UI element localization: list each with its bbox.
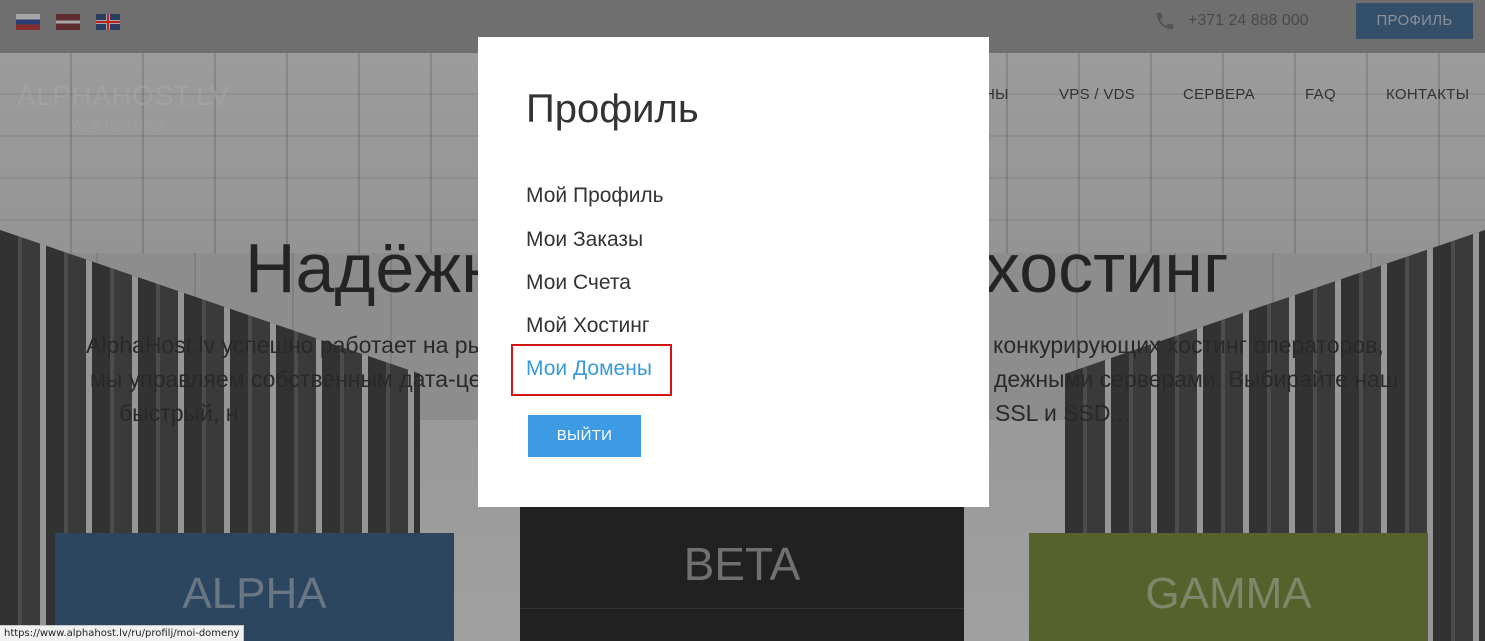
menu-link-my-domains[interactable]: Мои Домены xyxy=(526,355,652,383)
menu-link-my-orders[interactable]: Мои Заказы xyxy=(526,226,643,254)
logout-button[interactable]: ВЫЙТИ xyxy=(528,415,641,457)
menu-link-my-invoices[interactable]: Мои Счета xyxy=(526,269,631,297)
modal-title: Профиль xyxy=(526,87,699,131)
status-bar-url: https://www.alphahost.lv/ru/profilj/moi-… xyxy=(0,625,245,641)
menu-link-my-hosting[interactable]: Мой Хостинг xyxy=(526,312,650,340)
menu-link-my-profile[interactable]: Мой Профиль xyxy=(526,182,664,210)
profile-modal: Профиль Мой Профиль Мои Заказы Мои Счета… xyxy=(478,37,989,507)
